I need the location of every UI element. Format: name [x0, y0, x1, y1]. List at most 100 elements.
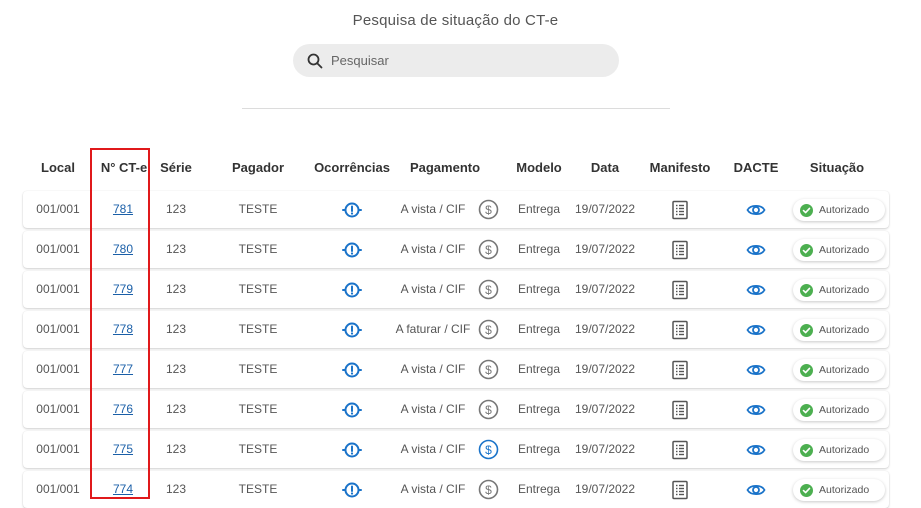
dollar-circle-icon[interactable]: $ — [478, 439, 499, 460]
header-dacte: DACTE — [733, 160, 779, 175]
dollar-circle-icon[interactable]: $ — [478, 199, 499, 220]
header-local: Local — [41, 160, 75, 175]
cte-number-link[interactable]: 774 — [113, 482, 133, 496]
cell-pagamento: A faturar / CIF — [395, 322, 471, 336]
alert-circle-icon[interactable] — [342, 320, 362, 340]
cell-modelo: Entrega — [517, 322, 561, 336]
cell-pagador: TESTE — [238, 362, 278, 376]
table-row: 001/001 781 123 TESTE A vista / CIF $ Entrega 1… — [23, 191, 889, 228]
cell-local: 001/001 — [36, 322, 80, 336]
cell-data: 19/07/2022 — [574, 482, 636, 496]
cell-data: 19/07/2022 — [574, 322, 636, 336]
cell-data: 19/07/2022 — [574, 362, 636, 376]
status-badge: Autorizado — [793, 239, 885, 261]
svg-text:$: $ — [485, 443, 492, 457]
cell-numero-cte: 779 — [113, 271, 133, 308]
status-label: Autorizado — [819, 404, 870, 416]
status-label: Autorizado — [819, 364, 870, 376]
table-row: 001/001 775 123 TESTE A vista / CIF $ Entrega 1… — [23, 431, 889, 468]
cell-pagamento: A vista / CIF — [400, 442, 466, 456]
cell-modelo: Entrega — [517, 242, 561, 256]
eye-icon[interactable] — [746, 400, 766, 420]
dollar-circle-icon[interactable]: $ — [478, 399, 499, 420]
cell-data: 19/07/2022 — [574, 282, 636, 296]
cell-numero-cte: 776 — [113, 391, 133, 428]
dollar-circle-icon[interactable]: $ — [478, 359, 499, 380]
cell-local: 001/001 — [36, 242, 80, 256]
cte-number-link[interactable]: 776 — [113, 402, 133, 416]
svg-text:$: $ — [485, 403, 492, 417]
document-list-icon[interactable] — [670, 400, 690, 420]
status-label: Autorizado — [819, 244, 870, 256]
alert-circle-icon[interactable] — [342, 240, 362, 260]
status-label: Autorizado — [819, 484, 870, 496]
cell-pagamento: A vista / CIF — [400, 202, 466, 216]
cell-pagador: TESTE — [238, 242, 278, 256]
search-icon — [307, 53, 323, 68]
cell-local: 001/001 — [36, 362, 80, 376]
cell-numero-cte: 781 — [113, 191, 133, 228]
cell-pagador: TESTE — [238, 202, 278, 216]
cte-number-link[interactable]: 775 — [113, 442, 133, 456]
table-row: 001/001 776 123 TESTE A vista / CIF $ Entrega 1… — [23, 391, 889, 428]
cell-modelo: Entrega — [517, 282, 561, 296]
table-row: 001/001 774 123 TESTE A vista / CIF $ Entrega 1… — [23, 471, 889, 508]
alert-circle-icon[interactable] — [342, 440, 362, 460]
document-list-icon[interactable] — [670, 480, 690, 500]
eye-icon[interactable] — [746, 200, 766, 220]
cell-data: 19/07/2022 — [574, 202, 636, 216]
status-badge: Autorizado — [793, 279, 885, 301]
eye-icon[interactable] — [746, 480, 766, 500]
alert-circle-icon[interactable] — [342, 480, 362, 500]
check-circle-icon — [800, 203, 813, 217]
document-list-icon[interactable] — [670, 200, 690, 220]
document-list-icon[interactable] — [670, 280, 690, 300]
header-ocorrencias: Ocorrências — [314, 160, 390, 175]
divider — [242, 108, 670, 109]
svg-text:$: $ — [485, 203, 492, 217]
cell-serie: 123 — [165, 202, 187, 216]
header-data: Data — [590, 160, 620, 175]
cell-modelo: Entrega — [517, 362, 561, 376]
cell-modelo: Entrega — [517, 402, 561, 416]
search-bar[interactable] — [293, 44, 619, 77]
eye-icon[interactable] — [746, 280, 766, 300]
dollar-circle-icon[interactable]: $ — [478, 319, 499, 340]
alert-circle-icon[interactable] — [342, 280, 362, 300]
eye-icon[interactable] — [746, 240, 766, 260]
cte-number-link[interactable]: 779 — [113, 282, 133, 296]
dollar-circle-icon[interactable]: $ — [478, 279, 499, 300]
svg-text:$: $ — [485, 283, 492, 297]
cell-serie: 123 — [165, 322, 187, 336]
search-input[interactable] — [329, 52, 593, 69]
dollar-circle-icon[interactable]: $ — [478, 479, 499, 500]
status-badge: Autorizado — [793, 399, 885, 421]
cell-serie: 123 — [165, 402, 187, 416]
dollar-circle-icon[interactable]: $ — [478, 239, 499, 260]
cell-numero-cte: 778 — [113, 311, 133, 348]
document-list-icon[interactable] — [670, 320, 690, 340]
cell-modelo: Entrega — [517, 442, 561, 456]
cell-serie: 123 — [165, 282, 187, 296]
header-situacao: Situação — [809, 160, 865, 175]
cte-number-link[interactable]: 778 — [113, 322, 133, 336]
cte-number-link[interactable]: 780 — [113, 242, 133, 256]
cell-serie: 123 — [165, 442, 187, 456]
alert-circle-icon[interactable] — [342, 200, 362, 220]
eye-icon[interactable] — [746, 320, 766, 340]
alert-circle-icon[interactable] — [342, 400, 362, 420]
cte-number-link[interactable]: 777 — [113, 362, 133, 376]
eye-icon[interactable] — [746, 440, 766, 460]
document-list-icon[interactable] — [670, 240, 690, 260]
cell-pagamento: A vista / CIF — [400, 362, 466, 376]
cte-number-link[interactable]: 781 — [113, 202, 133, 216]
cell-modelo: Entrega — [517, 482, 561, 496]
document-list-icon[interactable] — [670, 440, 690, 460]
table-header: Local N° CT-e Série Pagador Ocorrências … — [0, 160, 921, 184]
alert-circle-icon[interactable] — [342, 360, 362, 380]
table-row: 001/001 780 123 TESTE A vista / CIF $ Entrega 1… — [23, 231, 889, 268]
svg-text:$: $ — [485, 363, 492, 377]
document-list-icon[interactable] — [670, 360, 690, 380]
eye-icon[interactable] — [746, 360, 766, 380]
cell-data: 19/07/2022 — [574, 242, 636, 256]
